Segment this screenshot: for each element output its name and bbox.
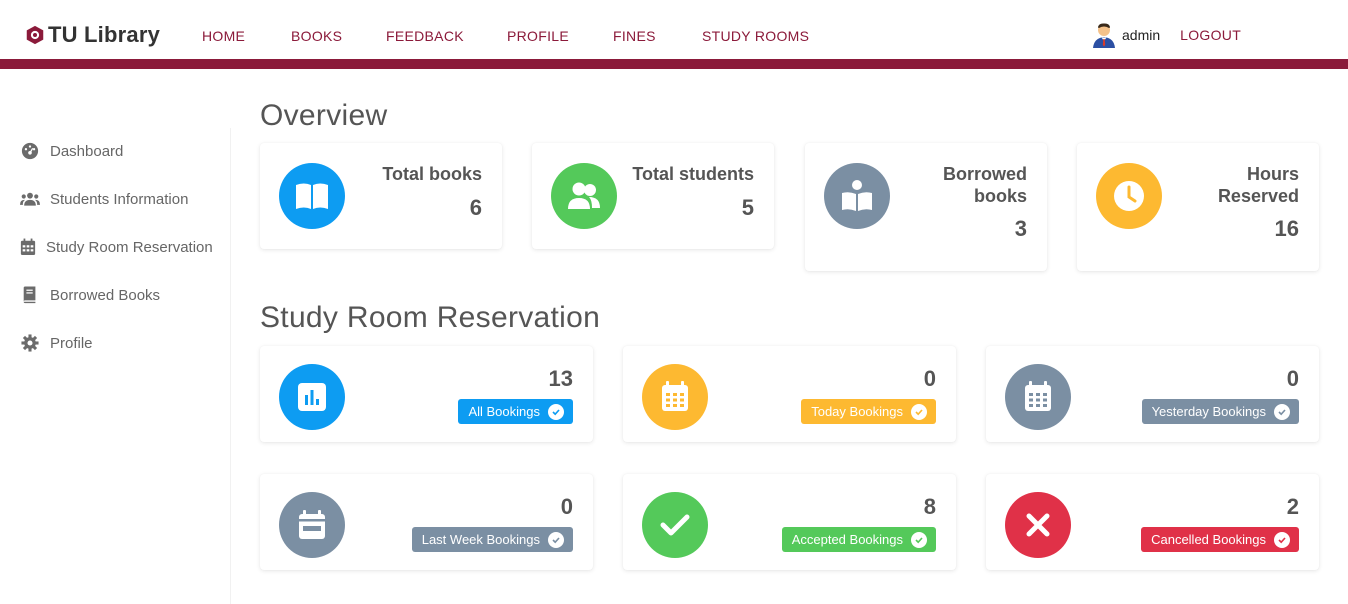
nav-home[interactable]: HOME (202, 28, 245, 44)
badge-label: Accepted Bookings (791, 532, 903, 547)
circle (551, 163, 617, 229)
sidebar-item-students[interactable]: Students Information (20, 190, 188, 208)
sidebar-item-label: Profile (50, 334, 93, 352)
x-icon (1026, 513, 1050, 537)
nav-fines[interactable]: FINES (613, 28, 656, 44)
booking-count: 8 (923, 494, 936, 519)
sidebar-item-label: Study Room Reservation (46, 238, 213, 256)
username: admin (1122, 27, 1161, 43)
brand-logo-icon (26, 25, 44, 45)
sidebar-item-label: Students Information (50, 190, 189, 208)
stat-value: 16 (1274, 216, 1299, 241)
check-circle-icon (548, 403, 564, 420)
sidebar-item-label: Borrowed Books (50, 286, 161, 304)
sidebar: Dashboard Students Information Study Roo… (0, 128, 231, 604)
booking-count: 2 (1286, 494, 1299, 519)
booking-count: 0 (923, 366, 936, 391)
open-book-icon (296, 183, 328, 209)
booking-card-all: 13 All Bookings (260, 346, 593, 442)
brand-name: TU Library (48, 22, 161, 47)
accepted-bookings-badge[interactable]: Accepted Bookings (781, 527, 936, 552)
gear-icon (21, 334, 39, 352)
sidebar-item-label: Dashboard (50, 142, 124, 160)
booking-card-accepted: 8 Accepted Bookings (623, 474, 956, 570)
chart-icon (298, 383, 326, 411)
cancelled-bookings-badge[interactable]: Cancelled Bookings (1141, 527, 1299, 552)
book-icon (23, 286, 36, 304)
stat-value: 6 (469, 195, 482, 220)
circle (279, 364, 345, 430)
sidebar-item-profile[interactable]: Profile (20, 334, 93, 352)
circle (279, 492, 345, 558)
nav-profile[interactable]: PROFILE (507, 28, 569, 44)
badge-label: Today Bookings (811, 404, 903, 419)
user-menu: admin LOGOUT (1092, 22, 1241, 48)
check-circle-icon (1274, 403, 1290, 420)
all-bookings-badge[interactable]: All Bookings (458, 399, 573, 424)
stat-label: Total books (382, 164, 482, 184)
booking-count: 0 (1286, 366, 1299, 391)
circle (824, 163, 890, 229)
overview-title: Overview (260, 99, 388, 132)
users-icon (20, 192, 40, 206)
stat-card-total-students: Total students 5 (532, 143, 774, 249)
booking-count: 0 (560, 494, 573, 519)
yesterday-bookings-badge[interactable]: Yesterday Bookings (1141, 399, 1299, 424)
check-circle-icon (548, 531, 564, 548)
stat-label: Borrowed books (942, 164, 1027, 206)
stat-value: 3 (1014, 216, 1027, 241)
stat-card-borrowed-books: Borrowed books 3 (805, 143, 1047, 271)
circle (1005, 364, 1071, 430)
nav-study-rooms[interactable]: STUDY ROOMS (702, 28, 809, 44)
check-circle-icon (911, 403, 927, 420)
reader-icon (842, 180, 872, 211)
users-icon (568, 182, 600, 209)
circle (279, 163, 345, 229)
stat-label: Total students (632, 164, 754, 184)
badge-label: All Bookings (468, 404, 540, 419)
check-circle-icon (911, 531, 927, 548)
check-icon (660, 514, 690, 536)
calendar-icon (1025, 381, 1051, 411)
clock-icon (1114, 181, 1144, 211)
calendar-icon (662, 381, 688, 411)
booking-count: 13 (548, 366, 573, 391)
circle (642, 364, 708, 430)
booking-card-yesterday: 0 Yesterday Bookings (986, 346, 1319, 442)
stat-value: 5 (741, 195, 754, 220)
circle (1005, 492, 1071, 558)
badge-label: Yesterday Bookings (1151, 404, 1266, 419)
dashboard-icon (21, 142, 39, 160)
circle (1096, 163, 1162, 229)
calendar-week-icon (299, 510, 325, 539)
check-circle-icon (1274, 531, 1290, 548)
sidebar-item-borrowed-books[interactable]: Borrowed Books (20, 286, 160, 304)
stat-label: Hours Reserved (1217, 164, 1299, 206)
badge-label: Last Week Bookings (421, 532, 540, 547)
calendar-icon (20, 238, 36, 255)
top-navbar: TU Library HOME BOOKS FEEDBACK PROFILE F… (0, 0, 1348, 60)
today-bookings-badge[interactable]: Today Bookings (801, 399, 936, 424)
stat-card-total-books: Total books 6 (260, 143, 502, 249)
badge-label: Cancelled Bookings (1151, 532, 1266, 547)
avatar-icon[interactable] (1092, 22, 1116, 48)
nav-books[interactable]: BOOKS (291, 28, 342, 44)
circle (642, 492, 708, 558)
sidebar-item-dashboard[interactable]: Dashboard (20, 142, 123, 160)
logout-link[interactable]: LOGOUT (1180, 27, 1241, 43)
booking-card-today: 0 Today Bookings (623, 346, 956, 442)
reservation-title: Study Room Reservation (260, 301, 601, 334)
sidebar-item-study-room-reservation[interactable]: Study Room Reservation (20, 238, 213, 256)
brand[interactable]: TU Library (24, 22, 160, 48)
last-week-bookings-badge[interactable]: Last Week Bookings (411, 527, 573, 552)
nav-accent-bar (0, 59, 1348, 69)
stat-card-hours-reserved: Hours Reserved 16 (1077, 143, 1319, 271)
nav-feedback[interactable]: FEEDBACK (386, 28, 464, 44)
booking-card-last-week: 0 Last Week Bookings (260, 474, 593, 570)
booking-card-cancelled: 2 Cancelled Bookings (986, 474, 1319, 570)
